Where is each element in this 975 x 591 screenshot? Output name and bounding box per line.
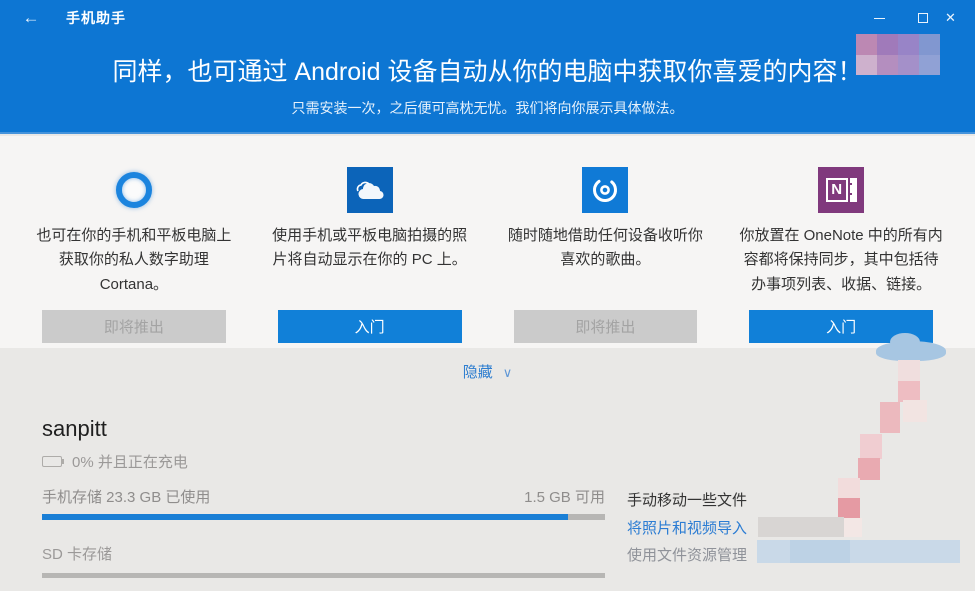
close-icon: ✕: [945, 10, 956, 25]
minimize-button[interactable]: [857, 0, 901, 36]
maximize-button[interactable]: [901, 0, 945, 36]
censor-block: [757, 540, 960, 563]
hero-banner: ← 手机助手 ✕ 同样，也可通过 Android 设备自动从你的电脑中获取你喜爱…: [0, 0, 975, 134]
minimize-icon: [873, 17, 885, 19]
censor-block: [880, 402, 900, 433]
onedrive-cloud-icon: [346, 167, 393, 213]
window-controls: ✕: [857, 0, 975, 36]
censor-block: [898, 360, 920, 382]
feature-onenote-text: 你放置在 OneNote 中的所有内容都将保持同步，其中包括待办事项列表、收据、…: [739, 227, 943, 293]
groove-coming-soon-button[interactable]: 即将推出: [513, 310, 698, 343]
phone-storage-bar: [42, 514, 605, 520]
feature-onedrive: 使用手机或平板电脑拍摄的照片将自动显示在你的 PC 上。 入门: [252, 136, 488, 348]
groove-music-icon: [582, 167, 629, 213]
feature-onedrive-text: 使用手机或平板电脑拍摄的照片将自动显示在你的 PC 上。: [272, 227, 468, 269]
use-file-explorer-link[interactable]: 使用文件资源管理: [627, 544, 747, 565]
feature-cortana: 也可在你的手机和平板电脑上获取你的私人数字助理 Cortana。 即将推出: [16, 136, 252, 348]
chevron-down-icon: ∨: [502, 365, 513, 380]
feature-groove: 随时随地借助任何设备收听你喜欢的歌曲。 即将推出: [488, 136, 724, 348]
phone-storage-used-label: 手机存储 23.3 GB 已使用: [42, 489, 211, 506]
onenote-icon: N: [818, 167, 865, 213]
censor-block: [790, 540, 850, 563]
onenote-letter: N: [825, 178, 848, 202]
censor-block: [842, 518, 862, 537]
censor-block: [898, 381, 920, 402]
censor-block: [860, 434, 882, 459]
battery-status-row: 0% 并且正在充电: [42, 451, 188, 472]
feature-onenote: N 你放置在 OneNote 中的所有内容都将保持同步，其中包括待办事项列表、收…: [723, 136, 959, 348]
hide-label: 隐藏: [462, 364, 493, 381]
sd-storage-label: SD 卡存储: [42, 546, 113, 563]
feature-cortana-text: 也可在你的手机和平板电脑上获取你的私人数字助理 Cortana。: [36, 227, 232, 293]
hero-subheading: 只需安装一次，之后便可高枕无忧。我们将向你展示具体做法。: [291, 100, 684, 116]
hero-heading: 同样，也可通过 Android 设备自动从你的电脑中获取你喜爱的内容！: [112, 58, 863, 86]
import-photos-videos-link[interactable]: 将照片和视频导入: [627, 517, 747, 538]
storage-section: 手机存储 23.3 GB 已使用 1.5 GB 可用 SD 卡存储: [42, 486, 605, 578]
phone-storage-available-label: 1.5 GB 可用: [524, 489, 605, 506]
maximize-icon: [918, 13, 928, 23]
titlebar: ← 手机助手 ✕: [0, 0, 975, 36]
close-button[interactable]: ✕: [945, 0, 975, 36]
censor-mosaic-top-right: [856, 34, 940, 75]
battery-status-text: 0% 并且正在充电: [72, 454, 188, 471]
sd-storage-bar: [42, 573, 605, 578]
window-title: 手机助手: [66, 10, 126, 26]
device-name: sanpitt: [42, 416, 107, 441]
hide-link[interactable]: 隐藏 ∨: [0, 361, 975, 382]
censor-block: [858, 458, 880, 480]
onedrive-get-started-button[interactable]: 入门: [277, 310, 462, 343]
back-button[interactable]: ←: [16, 4, 46, 32]
phone-companion-window: ← 手机助手 ✕ 同样，也可通过 Android 设备自动从你的电脑中获取你喜爱…: [0, 0, 975, 591]
manual-file-section: 手动移动一些文件 将照片和视频导入 使用文件资源管理: [627, 489, 747, 565]
censor-block: [838, 478, 860, 499]
cortana-coming-soon-button[interactable]: 即将推出: [42, 310, 226, 343]
censor-cloud-blob: [876, 333, 946, 361]
censor-block: [838, 498, 860, 519]
phone-storage-fill: [42, 514, 569, 520]
feature-groove-text: 随时随地借助任何设备收听你喜欢的歌曲。: [507, 227, 703, 269]
battery-icon: [42, 456, 64, 467]
censor-block: [758, 517, 844, 537]
onenote-pages-icon: [847, 178, 857, 202]
manual-heading: 手动移动一些文件: [627, 492, 748, 509]
cortana-ring-icon: [115, 172, 152, 208]
feature-strip: 也可在你的手机和平板电脑上获取你的私人数字助理 Cortana。 即将推出 使用…: [0, 136, 975, 348]
censor-block: [903, 400, 927, 422]
